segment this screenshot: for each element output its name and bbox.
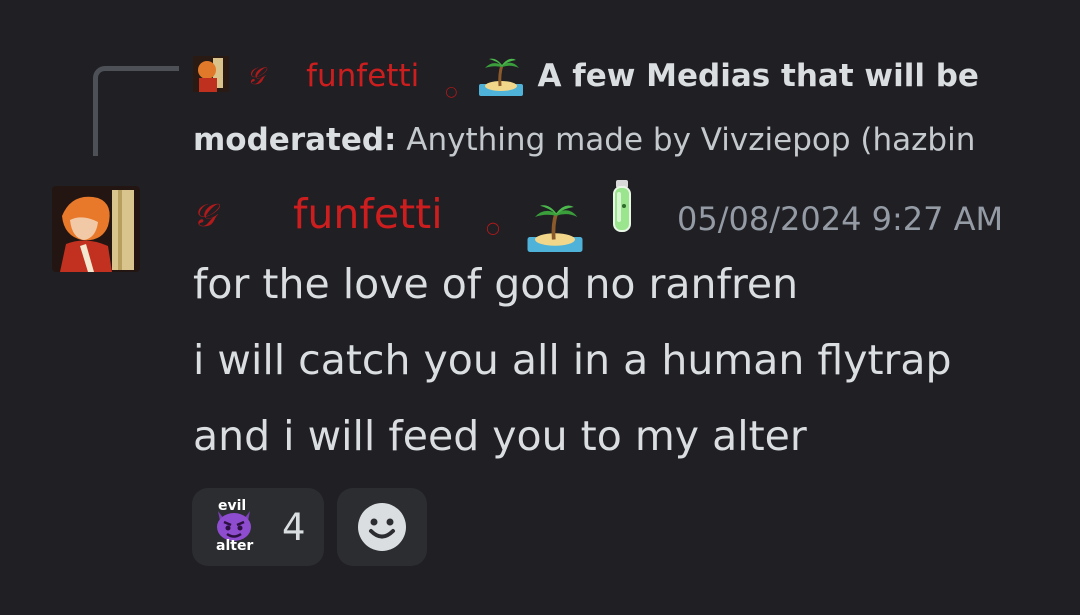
- message-line: for the love of god no ranfren: [193, 260, 799, 308]
- emoji-top-label: evil: [218, 498, 247, 514]
- reply-avatar[interactable]: [193, 56, 229, 92]
- message-line: and i will feed you to my alter: [193, 412, 807, 460]
- reply-preview[interactable]: 𝒢funfetti ○ A few Medias that will be mod…: [193, 52, 983, 164]
- add-reaction-icon: [358, 503, 406, 551]
- reply-bold-text-cont: moderated:: [193, 122, 397, 158]
- reactions-bar: evil alter 4: [192, 488, 427, 566]
- avatar[interactable]: [52, 186, 140, 272]
- reply-bold-text: A few Medias that will be: [537, 58, 979, 94]
- author-name[interactable]: funfetti: [293, 190, 443, 238]
- reaction-count: 4: [282, 505, 306, 549]
- role-g-icon: 𝒢: [193, 196, 216, 234]
- evil-alter-emoji-icon: evil alter: [212, 499, 256, 555]
- message-line: i will catch you all in a human flytrap: [193, 336, 952, 384]
- potion-icon: [613, 180, 631, 232]
- message-timestamp[interactable]: 05/08/2024 9:27 AM: [677, 200, 1003, 238]
- island-icon: [479, 58, 524, 96]
- dot-icon: ○: [445, 84, 458, 100]
- reply-second-row: moderated: Anything made by Vivziepop (h…: [193, 116, 983, 164]
- island-icon: [527, 205, 583, 252]
- dot-icon: ○: [486, 218, 500, 237]
- reply-connector-line: [93, 66, 179, 156]
- reply-first-row: 𝒢funfetti ○ A few Medias that will be: [193, 52, 983, 116]
- reply-author-name[interactable]: funfetti: [306, 58, 419, 94]
- add-reaction-button[interactable]: [337, 488, 427, 566]
- message-content: for the love of god no ranfren i will ca…: [193, 246, 952, 474]
- emoji-bottom-label: alter: [216, 538, 254, 554]
- reply-rest-text: Anything made by Vivziepop (hazbin: [396, 122, 976, 158]
- reaction-evil-alter[interactable]: evil alter 4: [192, 488, 324, 566]
- role-g-icon: 𝒢: [247, 62, 265, 90]
